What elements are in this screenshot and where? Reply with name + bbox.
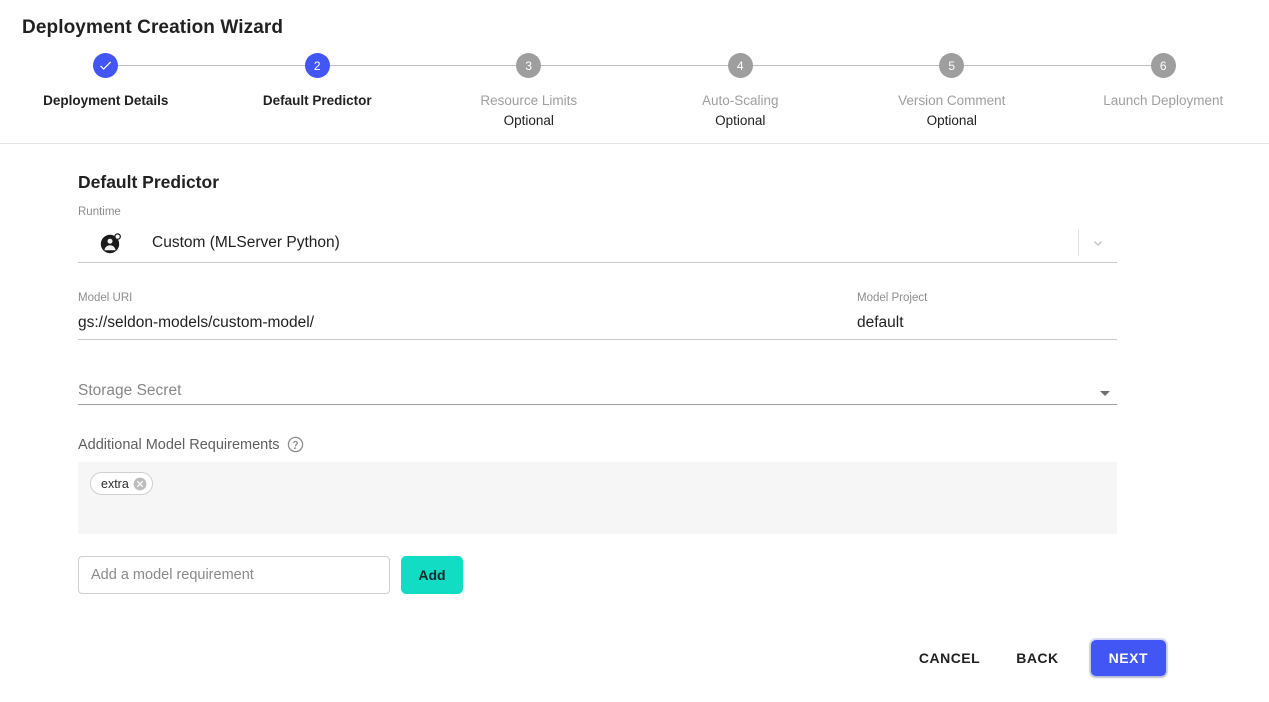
runtime-field-group: Runtime Custom (MLServer Python) — [78, 205, 1269, 263]
step-connector — [317, 65, 510, 66]
step-label-6: Launch Deployment — [1103, 93, 1224, 108]
step-label-3: Resource Limits — [480, 93, 578, 108]
step-optional-5: Optional — [926, 113, 977, 128]
chip-remove-icon[interactable] — [133, 477, 147, 491]
step-circle-4[interactable]: 4 — [727, 53, 753, 78]
additional-requirements-label: Additional Model Requirements — [78, 436, 280, 453]
chevron-down-icon — [1094, 240, 1102, 246]
model-project-input[interactable]: default — [857, 305, 1117, 340]
model-project-label: Model Project — [857, 292, 928, 304]
step-optional-4: Optional — [715, 113, 766, 128]
back-button[interactable]: BACK — [1000, 640, 1074, 676]
step-circle-5[interactable]: 5 — [939, 53, 965, 78]
cancel-button[interactable]: CANCEL — [903, 640, 996, 676]
step-label-1: Deployment Details — [43, 93, 169, 108]
storage-secret-placeholder: Storage Secret — [78, 382, 182, 399]
step-connector — [528, 65, 722, 66]
help-circle-icon[interactable] — [287, 436, 304, 453]
runtime-chevron[interactable] — [1079, 235, 1117, 251]
step-deployment-details[interactable]: Deployment Details — [0, 53, 318, 111]
model-project-field-group: Model Project default — [857, 291, 1117, 340]
step-circle-3[interactable]: 3 — [516, 53, 542, 78]
model-uri-field-group: Model URI gs://seldon-models/custom-mode… — [78, 291, 857, 340]
runtime-select[interactable]: Custom (MLServer Python) — [78, 219, 1117, 263]
custom-runtime-icon — [100, 232, 121, 253]
requirement-chip-label: extra — [101, 476, 129, 491]
step-connector — [951, 65, 1145, 66]
storage-secret-select[interactable]: Storage Secret — [78, 374, 1117, 405]
model-fields-row: Model URI gs://seldon-models/custom-mode… — [78, 291, 1269, 340]
step-circle-1[interactable] — [93, 53, 119, 78]
step-connector — [105, 65, 299, 66]
triangle-down-icon[interactable] — [1100, 391, 1110, 396]
add-requirement-row: Add — [78, 556, 1269, 594]
wizard-footer: CANCEL BACK NEXT — [0, 640, 1269, 676]
add-requirement-input[interactable] — [78, 556, 390, 594]
step-label-4: Auto-Scaling — [701, 93, 779, 108]
runtime-control[interactable] — [1078, 229, 1117, 257]
step-launch-deployment[interactable]: 6 Launch Deployment — [951, 53, 1269, 111]
add-requirement-button[interactable]: Add — [401, 556, 463, 594]
runtime-label: Runtime — [78, 206, 121, 218]
step-label-2: Default Predictor — [262, 93, 372, 108]
storage-secret-field-group: Storage Secret — [78, 374, 1117, 405]
additional-requirements-header: Additional Model Requirements — [78, 436, 1269, 453]
step-label-5: Version Comment — [898, 93, 1006, 108]
step-circle-6[interactable]: 6 — [1150, 53, 1176, 78]
section-title: Default Predictor — [78, 172, 219, 192]
requirement-chip[interactable]: extra — [90, 472, 153, 495]
step-connector — [740, 65, 933, 66]
runtime-value: Custom (MLServer Python) — [152, 233, 340, 251]
default-predictor-form: Default Predictor Runtime Custom (MLServ… — [0, 144, 1269, 594]
requirements-chips-box: extra — [78, 462, 1117, 534]
model-uri-label: Model URI — [78, 292, 133, 304]
step-default-predictor[interactable]: 2 Default Predictor — [105, 53, 529, 111]
step-circle-2[interactable]: 2 — [304, 53, 330, 78]
next-button[interactable]: NEXT — [1090, 640, 1166, 676]
page-title: Deployment Creation Wizard — [22, 17, 284, 38]
wizard-stepper: Deployment Details 2 Default Predictor 3… — [0, 39, 1269, 143]
step-optional-3: Optional — [503, 113, 554, 128]
check-icon — [100, 61, 112, 70]
model-uri-input[interactable]: gs://seldon-models/custom-model/ — [78, 305, 857, 340]
